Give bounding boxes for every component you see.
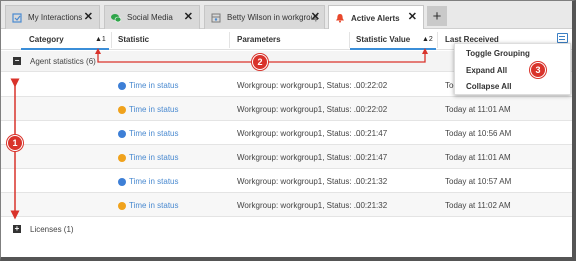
parameters-cell: Workgroup: workgroup1, Status: ... xyxy=(237,153,361,162)
group-row-licenses[interactable]: + Licenses (1) xyxy=(1,219,572,240)
statistic-cell[interactable]: Time in status xyxy=(118,105,179,114)
tab-label: Social Media xyxy=(127,13,173,22)
callout-badge-1: 1 xyxy=(7,135,23,151)
statistic-cell[interactable]: Time in status xyxy=(118,201,179,210)
table-row[interactable]: Time in status Workgroup: workgroup1, St… xyxy=(1,121,572,145)
grouping-context-menu: Toggle Grouping Expand All Collapse All xyxy=(454,43,571,95)
statistic-value-cell: 00:22:02 xyxy=(356,105,388,114)
expand-toggle-icon[interactable]: + xyxy=(13,225,21,233)
tab-active-alerts[interactable]: Active Alerts ✕ xyxy=(328,5,424,30)
close-icon[interactable]: ✕ xyxy=(184,12,193,23)
sorted-column-underline xyxy=(21,48,109,50)
bell-icon xyxy=(335,13,345,23)
column-divider xyxy=(229,32,230,48)
column-settings-icon[interactable] xyxy=(557,33,568,43)
last-received-cell: Today at 11:02 AM xyxy=(445,201,511,210)
column-header-statistic-value[interactable]: Statistic Value xyxy=(356,29,410,50)
status-dot-icon xyxy=(118,201,126,210)
menu-item-expand-all[interactable]: Expand All xyxy=(466,66,507,75)
tab-social-media[interactable]: Social Media ✕ xyxy=(104,5,200,29)
table-row[interactable]: Time in status Workgroup: workgroup1, St… xyxy=(1,97,572,121)
sorted-column-underline xyxy=(350,48,436,50)
tab-label: Active Alerts xyxy=(351,13,400,23)
parameters-cell: Workgroup: workgroup1, Status: ... xyxy=(237,129,361,138)
statistic-link[interactable]: Time in status xyxy=(129,201,179,210)
table-row[interactable]: Time in status Workgroup: workgroup1, St… xyxy=(1,193,572,217)
tab-betty-wilson[interactable]: Betty Wilson in workgroup1 ✕ xyxy=(204,5,325,29)
table-row[interactable]: Time in status Workgroup: workgroup1, St… xyxy=(1,145,572,169)
tab-bar: My Interactions ✕ Social Media ✕ Betty W… xyxy=(1,1,572,30)
statistic-cell[interactable]: Time in status xyxy=(118,81,179,90)
statistic-link[interactable]: Time in status xyxy=(129,177,179,186)
group-label: Agent statistics (6) xyxy=(30,57,96,66)
status-dot-icon xyxy=(118,129,126,138)
statistic-link[interactable]: Time in status xyxy=(129,105,179,114)
statistic-value-cell: 00:21:32 xyxy=(356,201,388,210)
add-tab-button[interactable]: + xyxy=(427,6,447,26)
statistic-cell[interactable]: Time in status xyxy=(118,177,179,186)
directory-icon xyxy=(211,13,221,23)
callout-badge-2: 2 xyxy=(252,54,268,70)
status-dot-icon xyxy=(118,153,126,162)
chat-icon xyxy=(111,13,122,23)
column-divider xyxy=(437,32,438,48)
statistic-link[interactable]: Time in status xyxy=(129,129,179,138)
tab-label: Betty Wilson in workgroup1 xyxy=(227,13,318,22)
last-received-cell: Today at 10:56 AM xyxy=(445,129,512,138)
last-received-cell: Today at 11:01 AM xyxy=(445,105,511,114)
tab-label: My Interactions xyxy=(28,13,83,22)
interactions-icon xyxy=(12,12,22,23)
status-dot-icon xyxy=(118,81,126,90)
statistic-link[interactable]: Time in status xyxy=(129,81,179,90)
parameters-cell: Workgroup: workgroup1, Status: ... xyxy=(237,105,361,114)
parameters-cell: Workgroup: workgroup1, Status: ... xyxy=(237,177,361,186)
column-divider xyxy=(111,32,112,48)
status-dot-icon xyxy=(118,105,126,114)
table-row[interactable]: Time in status Workgroup: workgroup1, St… xyxy=(1,169,572,193)
last-received-cell: Today at 11:01 AM xyxy=(445,153,511,162)
status-dot-icon xyxy=(118,177,126,186)
sort-indicator-category: ▲1 xyxy=(95,36,106,43)
statistic-cell[interactable]: Time in status xyxy=(118,129,179,138)
parameters-cell: Workgroup: workgroup1, Status: ... xyxy=(237,201,361,210)
statistic-value-cell: 00:21:47 xyxy=(356,153,388,162)
column-header-category[interactable]: Category xyxy=(29,29,64,50)
statistic-value-cell: 00:22:02 xyxy=(356,81,388,90)
last-received-cell: Today at 10:57 AM xyxy=(445,177,512,186)
column-header-statistic[interactable]: Statistic xyxy=(118,29,149,50)
statistic-value-cell: 00:21:32 xyxy=(356,177,388,186)
menu-item-toggle-grouping[interactable]: Toggle Grouping xyxy=(466,49,530,58)
column-header-parameters[interactable]: Parameters xyxy=(237,29,281,50)
column-divider xyxy=(349,32,350,48)
tab-my-interactions[interactable]: My Interactions ✕ xyxy=(5,5,100,29)
statistic-link[interactable]: Time in status xyxy=(129,153,179,162)
statistic-value-cell: 00:21:47 xyxy=(356,129,388,138)
collapse-toggle-icon[interactable]: − xyxy=(13,57,21,65)
close-icon[interactable]: ✕ xyxy=(84,12,93,23)
parameters-cell: Workgroup: workgroup1, Status: ... xyxy=(237,81,361,90)
close-icon[interactable]: ✕ xyxy=(408,12,417,23)
close-icon[interactable]: ✕ xyxy=(311,12,320,23)
callout-badge-3: 3 xyxy=(530,62,546,78)
sort-indicator-statistic-value: ▲2 xyxy=(422,36,433,43)
statistic-cell[interactable]: Time in status xyxy=(118,153,179,162)
active-alerts-window: My Interactions ✕ Social Media ✕ Betty W… xyxy=(0,0,576,261)
menu-item-collapse-all[interactable]: Collapse All xyxy=(466,82,512,91)
group-label: Licenses (1) xyxy=(30,225,74,234)
